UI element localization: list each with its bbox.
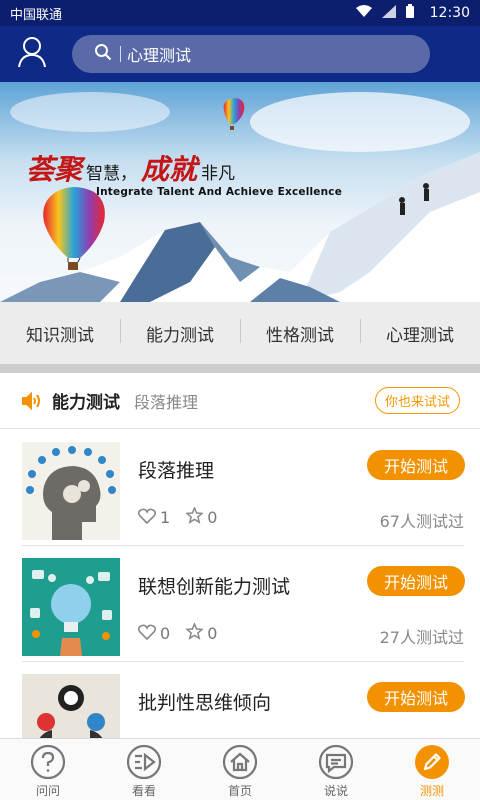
- section-header: 能力测试 段落推理 你也来试试: [0, 373, 480, 429]
- test-thumbnail: [22, 442, 120, 540]
- start-test-button[interactable]: 开始测试: [367, 682, 465, 712]
- test-stats: 0 0: [137, 622, 233, 644]
- banner-text-2: 非凡: [201, 164, 236, 184]
- test-section: 能力测试 段落推理 你也来试试 段落推理 开始测试 1 0 67人测试过 联想创…: [0, 373, 480, 772]
- section-subcategory: 段落推理: [134, 392, 199, 412]
- banner-text-1: 智慧，: [86, 164, 138, 184]
- search-placeholder: 心理测试: [127, 46, 192, 65]
- signal-icon: [381, 4, 396, 22]
- battery-icon: [405, 4, 414, 22]
- list-item[interactable]: 段落推理 开始测试 1 0 67人测试过: [0, 430, 480, 546]
- user-profile-button[interactable]: [12, 34, 52, 74]
- test-thumbnail: [22, 558, 120, 656]
- look-icon: [126, 744, 162, 780]
- list-item[interactable]: 联想创新能力测试 开始测试 0 0 27人测试过: [0, 546, 480, 662]
- banner-calligraphy-2: 成就: [141, 153, 198, 186]
- tab-knowledge-test[interactable]: 知识测试: [0, 321, 120, 346]
- tab-psychology-test[interactable]: 心理测试: [360, 318, 480, 346]
- star-icon[interactable]: [185, 622, 205, 644]
- like-count: 0: [160, 624, 171, 643]
- chat-icon: [318, 744, 354, 780]
- status-bar: 中国联通 12:30: [0, 0, 480, 26]
- banner-slogan: 荟聚 智慧， 成就 非凡: [26, 148, 239, 188]
- tab-personality-test[interactable]: 性格测试: [240, 318, 360, 346]
- test-stats: 1 0: [137, 506, 233, 528]
- user-icon: [17, 36, 47, 72]
- tested-count: 67人测试过: [379, 512, 464, 531]
- favorite-count: 0: [207, 508, 218, 527]
- nav-label: 测测: [419, 784, 444, 798]
- section-category: 能力测试: [52, 393, 120, 413]
- wifi-icon: [355, 4, 372, 22]
- search-separator: [120, 46, 121, 62]
- banner-calligraphy-1: 荟聚: [26, 153, 83, 186]
- start-test-button[interactable]: 开始测试: [367, 450, 465, 480]
- heart-icon[interactable]: [137, 508, 157, 528]
- test-name: 段落推理: [138, 460, 215, 482]
- nav-look[interactable]: 看看: [96, 739, 192, 800]
- start-test-button[interactable]: 开始测试: [367, 566, 465, 596]
- nav-label: 说说: [323, 784, 348, 798]
- nav-talk[interactable]: 说说: [288, 739, 384, 800]
- favorite-count: 0: [207, 624, 218, 643]
- heart-icon[interactable]: [137, 624, 157, 644]
- tested-count: 27人测试过: [379, 628, 464, 647]
- carrier-label: 中国联通: [10, 7, 63, 23]
- test-name: 批判性思维倾向: [138, 692, 272, 714]
- bottom-nav: 问问 看看 首页 说说 测测: [0, 738, 480, 800]
- test-name: 联想创新能力测试: [138, 576, 291, 598]
- pencil-icon: [414, 744, 450, 780]
- search-bar[interactable]: 心理测试: [72, 35, 430, 73]
- like-count: 1: [160, 508, 171, 527]
- nav-home[interactable]: 首页: [192, 739, 288, 800]
- search-icon: [94, 43, 112, 65]
- nav-test[interactable]: 测测: [384, 739, 480, 800]
- top-bar: 心理测试: [0, 26, 480, 82]
- nav-label: 首页: [227, 784, 252, 798]
- star-icon[interactable]: [185, 506, 205, 528]
- nav-label: 看看: [131, 784, 156, 798]
- try-it-button[interactable]: 你也来试试: [374, 387, 460, 414]
- speaker-icon: [20, 390, 42, 412]
- section-divider: [0, 364, 480, 373]
- clock: 12:30: [429, 5, 470, 21]
- home-icon: [222, 744, 258, 780]
- banner-subtitle: Integrate Talent And Achieve Excellence: [96, 186, 343, 198]
- tab-ability-test[interactable]: 能力测试: [120, 318, 240, 346]
- promo-banner[interactable]: 荟聚 智慧， 成就 非凡 Integrate Talent And Achiev…: [0, 82, 480, 302]
- category-tabs: 知识测试 能力测试 性格测试 心理测试: [0, 302, 480, 364]
- question-icon: [30, 744, 66, 780]
- nav-label: 问问: [35, 784, 60, 798]
- nav-ask[interactable]: 问问: [0, 739, 96, 800]
